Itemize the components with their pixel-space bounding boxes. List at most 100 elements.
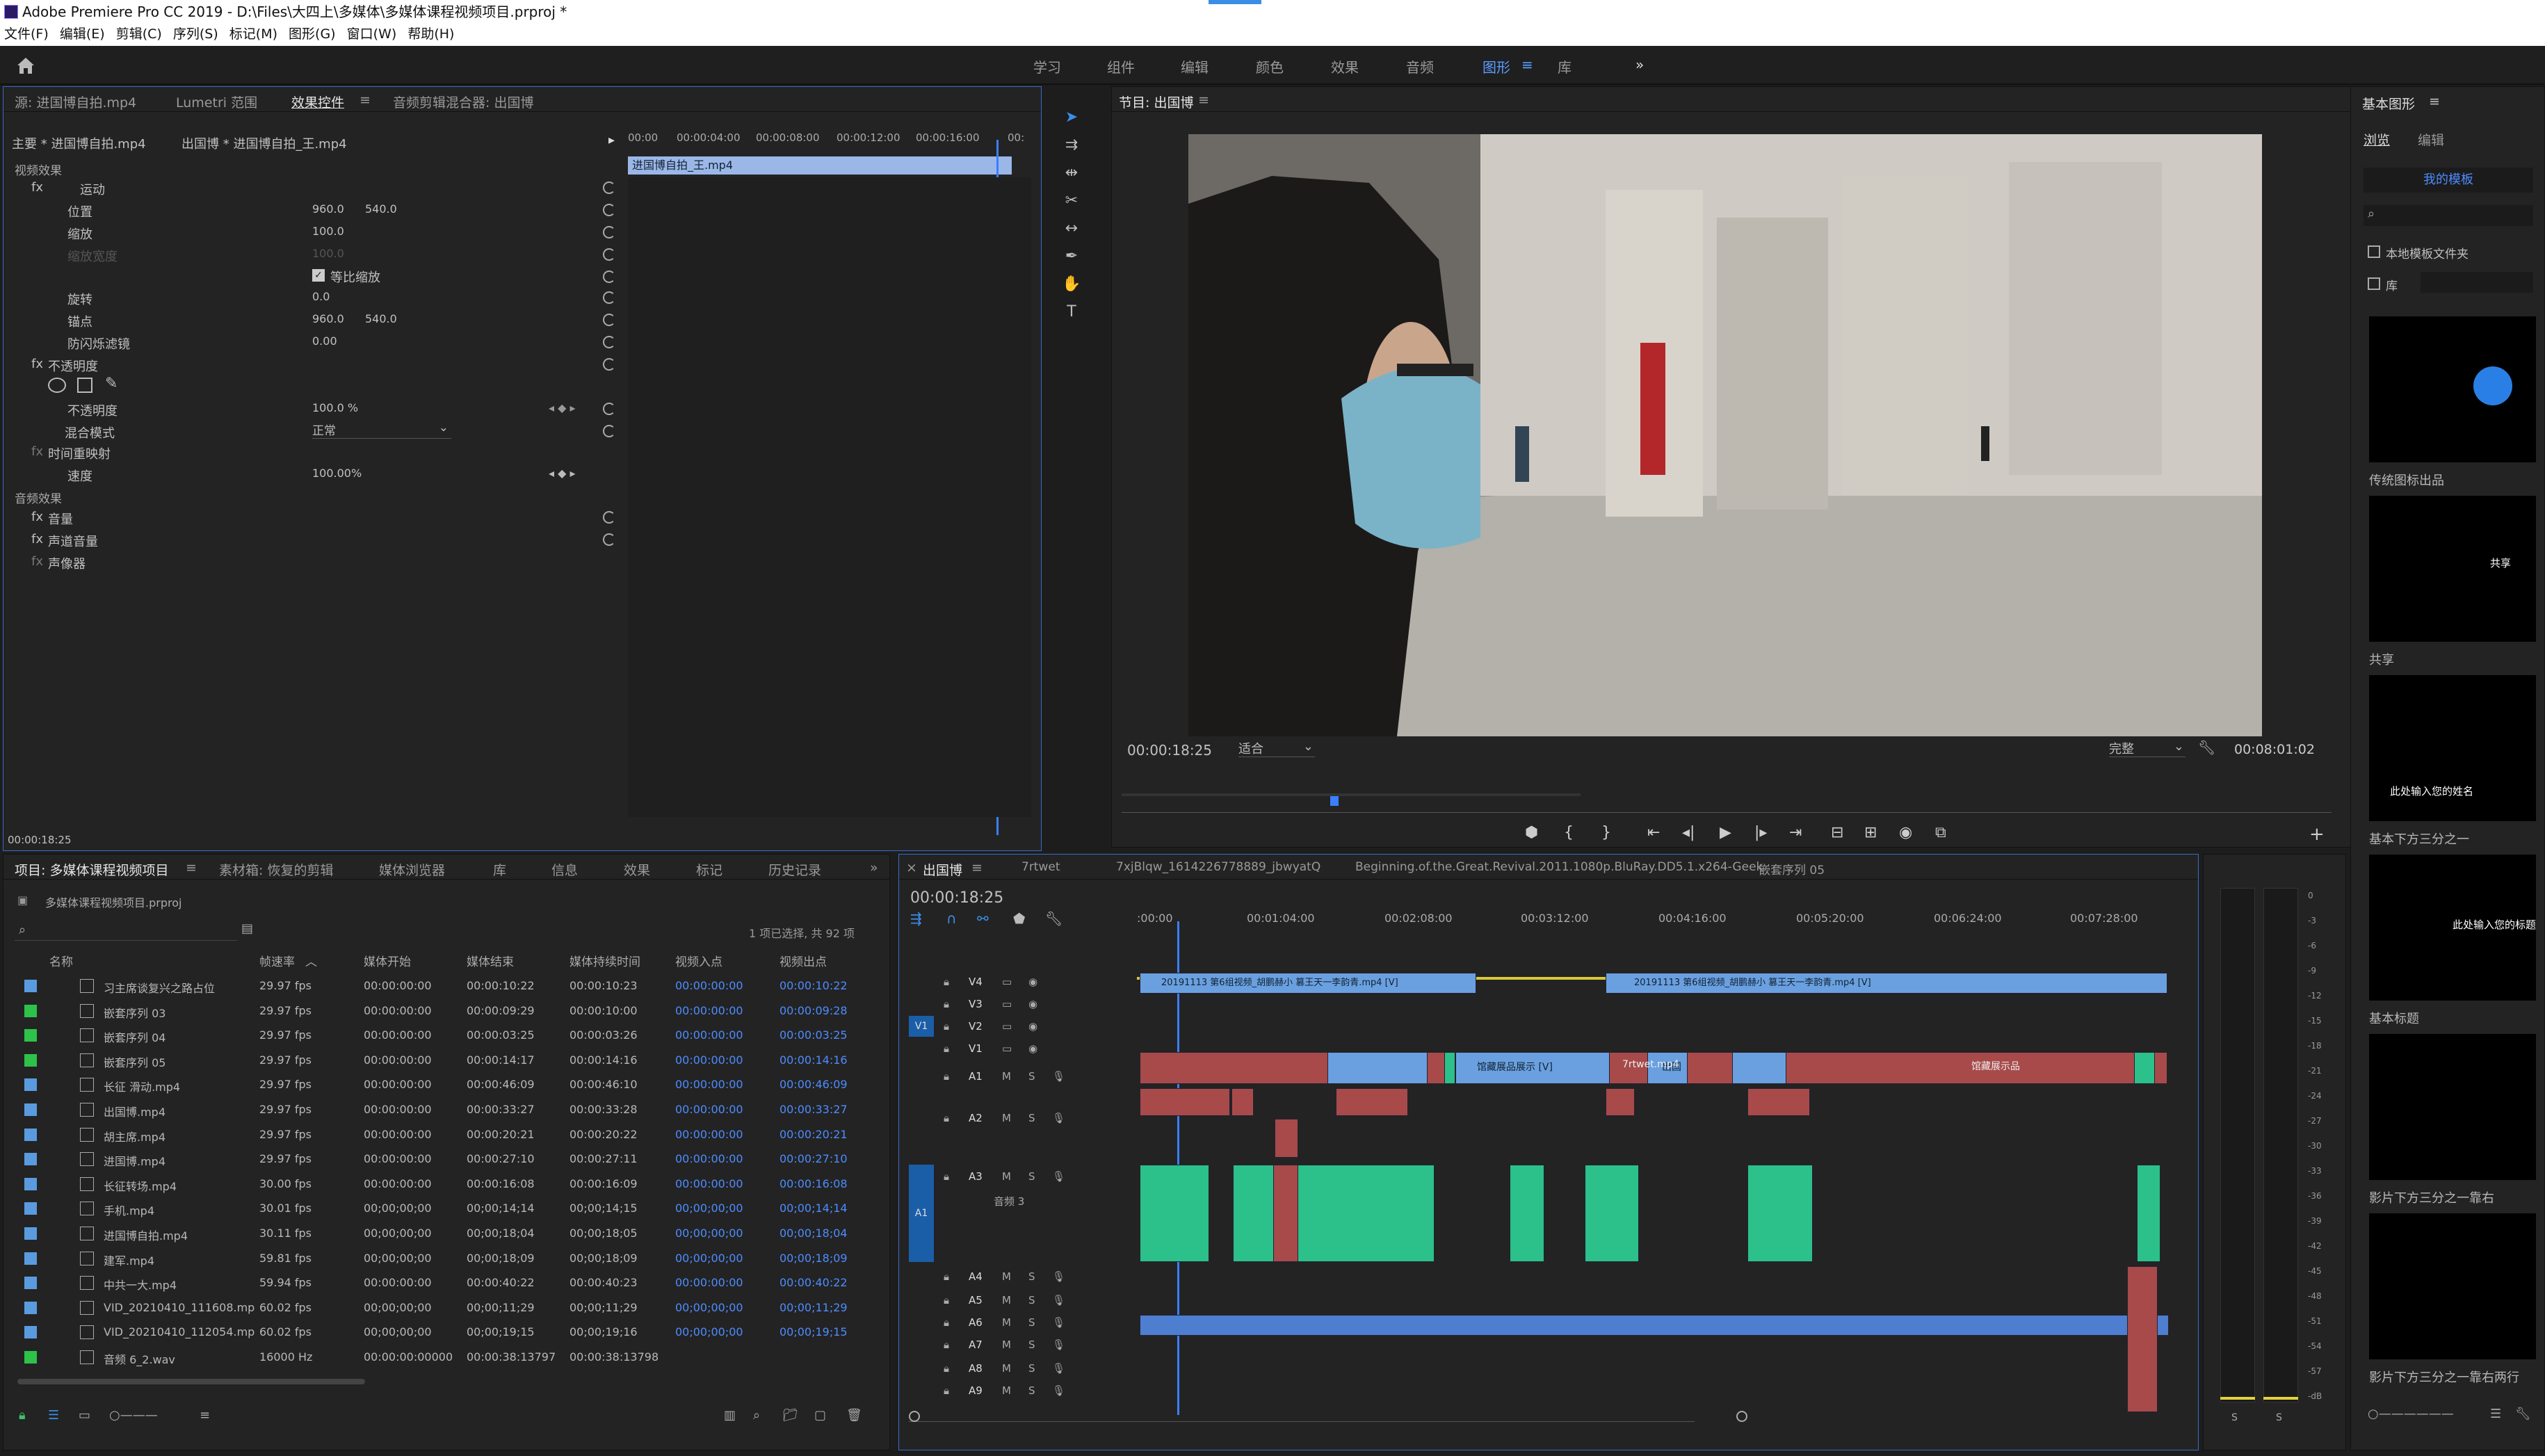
nest-icon[interactable]: ⇶	[910, 910, 922, 927]
time-remap-label[interactable]: 时间重映射	[48, 444, 111, 462]
project-menu-icon[interactable]: ≡	[186, 860, 197, 875]
anchor-x-value[interactable]: 960.0	[312, 312, 344, 325]
menu-marker[interactable]: 标记(M)	[229, 26, 277, 42]
col-media-duration[interactable]: 媒体持续时间	[569, 952, 640, 969]
hand-tool-icon[interactable]: ✋	[1061, 275, 1082, 295]
channel-volume-label[interactable]: 声道音量	[48, 532, 98, 550]
track-name[interactable]: A5	[969, 1294, 983, 1307]
play-clip-icon[interactable]: ▸	[608, 133, 615, 147]
track-lock-icon[interactable]: 🔒︎	[944, 1042, 949, 1055]
item-in[interactable]: 00:00:00:00	[675, 1276, 743, 1289]
eye-icon[interactable]: ◉	[1028, 998, 1037, 1010]
position-y-value[interactable]: 540.0	[365, 202, 397, 216]
track-name[interactable]: V1	[969, 1042, 983, 1055]
item-out[interactable]: 00:00:27:10	[779, 1152, 848, 1165]
track-name[interactable]: A1	[969, 1070, 983, 1083]
project-row[interactable]: 建军.mp4 59.81 fps 00;00;00;00 00;00;18;09 00;…	[15, 1247, 877, 1272]
a3-clip[interactable]	[1273, 1165, 1298, 1262]
tab-libraries[interactable]: 库	[493, 860, 506, 879]
project-row[interactable]: 长征转场.mp4 30.00 fps 00:00:00:00 00:00:16:08 0…	[15, 1172, 877, 1197]
play-button[interactable]: ▶	[1720, 824, 1731, 841]
new-item-icon[interactable]: ▢	[814, 1408, 826, 1423]
project-row[interactable]: 嵌套序列 05 29.97 fps 00:00:00:00 00:00:14:17 00…	[15, 1049, 877, 1074]
track-name[interactable]: V2	[969, 1020, 983, 1033]
project-row[interactable]: 习主席谈复兴之路占位 29.97 fps 00:00:00:00 00:00:10:2…	[15, 974, 877, 999]
project-row[interactable]: 进国博自拍.mp4 30.11 fps 00;00;00;00 00;00;18;04…	[15, 1222, 877, 1247]
item-out[interactable]: 00;00;18;09	[779, 1252, 848, 1265]
track-output-icon[interactable]: ▭	[1002, 1042, 1012, 1055]
track-header[interactable]: 🔒︎ A3 M S 🎙︎	[899, 1166, 1136, 1263]
tab-bin[interactable]: 素材箱: 恢复的剪辑	[219, 860, 333, 879]
pen-tool-icon[interactable]: ✒	[1061, 248, 1082, 267]
track-lock-icon[interactable]: 🔒︎	[944, 1170, 949, 1183]
mute-button[interactable]: M	[1002, 1112, 1011, 1124]
project-row[interactable]: 进国博.mp4 29.97 fps 00:00:00:00 00:00:27:10 00…	[15, 1147, 877, 1172]
project-hscroll[interactable]	[17, 1379, 365, 1384]
export-frame-icon[interactable]: ◉	[1899, 824, 1912, 841]
label-color-swatch[interactable]	[24, 1277, 37, 1290]
item-in[interactable]: 00;00;00;00	[675, 1227, 743, 1240]
label-color-swatch[interactable]	[24, 1153, 37, 1166]
a6-clip[interactable]	[1140, 1315, 2169, 1336]
a2-clip[interactable]	[1275, 1119, 1298, 1158]
reset-opacity-value-icon[interactable]	[603, 403, 615, 415]
item-in[interactable]: 00;00;00;00	[675, 1325, 743, 1338]
track-name[interactable]: A4	[969, 1270, 983, 1283]
template-thumbnail[interactable]: 共享	[2369, 496, 2536, 642]
compare-icon[interactable]: ⧉	[1935, 824, 1946, 841]
tab-audio-clip-mixer[interactable]: 音频剪辑混合器: 出国博	[393, 92, 533, 111]
quality-select[interactable]: 完整 ⌄	[2109, 739, 2186, 757]
fx-motion-badge[interactable]: fx	[31, 180, 43, 195]
track-output-icon[interactable]: ▭	[1002, 998, 1012, 1010]
label-color-swatch[interactable]	[24, 1078, 37, 1092]
item-out[interactable]: 00:00:10:22	[779, 979, 848, 992]
workspace-tab-assembly[interactable]: 组件	[1107, 56, 1135, 76]
tab-sequence-5[interactable]: 嵌套序列 05	[1759, 860, 1825, 877]
tab-source[interactable]: 源: 进国博自拍.mp4	[15, 92, 136, 111]
track-lock-icon[interactable]: 🔒︎	[944, 1112, 949, 1124]
reset-anchor-icon[interactable]	[603, 314, 615, 326]
volume-label[interactable]: 音量	[48, 510, 73, 528]
scale-value[interactable]: 100.0	[312, 225, 344, 238]
my-templates-button[interactable]: 我的模板	[2364, 168, 2533, 193]
track-name[interactable]: V4	[969, 976, 983, 988]
pen-mask-icon[interactable]: ✎	[105, 375, 118, 392]
v4-clip[interactable]: 20191113 第6组视频_胡鹏赫小 篡王天一李韵青.mp4 [V]	[1606, 973, 2167, 994]
close-icon[interactable]: ×	[906, 860, 917, 875]
project-row[interactable]: VID_20210410_112054.mp 60.02 fps 00;00;00;…	[15, 1320, 877, 1345]
extract-icon[interactable]: ⊞	[1864, 824, 1877, 841]
track-header[interactable]: 🔒︎ A4 M S 🎙︎	[899, 1266, 1136, 1287]
eg-menu-icon[interactable]: ≡	[2429, 94, 2440, 109]
workspace-tab-graphics[interactable]: 图形	[1482, 56, 1510, 76]
tab-effect-controls[interactable]: 效果控件	[291, 92, 344, 111]
anchor-y-value[interactable]: 540.0	[365, 312, 397, 325]
template-size-slider[interactable]: ○——————	[2368, 1407, 2454, 1421]
v1-clip[interactable]	[1732, 1052, 1786, 1084]
scroll-handle-left[interactable]	[909, 1411, 920, 1422]
step-back-icon[interactable]: ◂|	[1682, 824, 1695, 841]
track-name[interactable]: A3	[969, 1170, 983, 1183]
step-forward-icon[interactable]: |▸	[1754, 824, 1767, 841]
panel-menu-icon[interactable]: ≡	[359, 92, 371, 108]
track-lock-icon[interactable]: 🔒︎	[944, 1362, 949, 1375]
track-header[interactable]: 🔒︎ A6 M S 🎙︎	[899, 1312, 1136, 1333]
label-color-swatch[interactable]	[24, 1029, 37, 1042]
item-in[interactable]: 00:00:00:00	[675, 1152, 743, 1165]
tab-media-browser[interactable]: 媒体浏览器	[379, 860, 445, 879]
trash-icon[interactable]: 🗑︎	[846, 1408, 862, 1423]
col-media-end[interactable]: 媒体结束	[467, 952, 514, 969]
sort-icon[interactable]: ≡	[200, 1408, 210, 1423]
item-out[interactable]: 00;00;11;29	[779, 1301, 848, 1314]
tab-info[interactable]: 信息	[551, 860, 578, 879]
zoom-slider[interactable]: ○———	[109, 1408, 158, 1423]
mic-icon[interactable]: 🎙︎	[1052, 1316, 1065, 1329]
reset-position-icon[interactable]	[603, 204, 615, 216]
timeline-menu-icon[interactable]: ≡	[971, 860, 983, 875]
solo-left-button[interactable]: S	[2231, 1412, 2238, 1423]
program-playhead[interactable]	[1330, 796, 1339, 806]
new-bin-from-search-icon[interactable]: ▤	[241, 921, 253, 936]
track-lock-icon[interactable]: 🔒︎	[944, 1338, 949, 1351]
solo-button[interactable]: S	[1028, 1362, 1035, 1375]
ec-clip-bar[interactable]: 进国博自拍_王.mp4	[628, 156, 1012, 175]
tabs-overflow-icon[interactable]: »	[870, 860, 878, 875]
